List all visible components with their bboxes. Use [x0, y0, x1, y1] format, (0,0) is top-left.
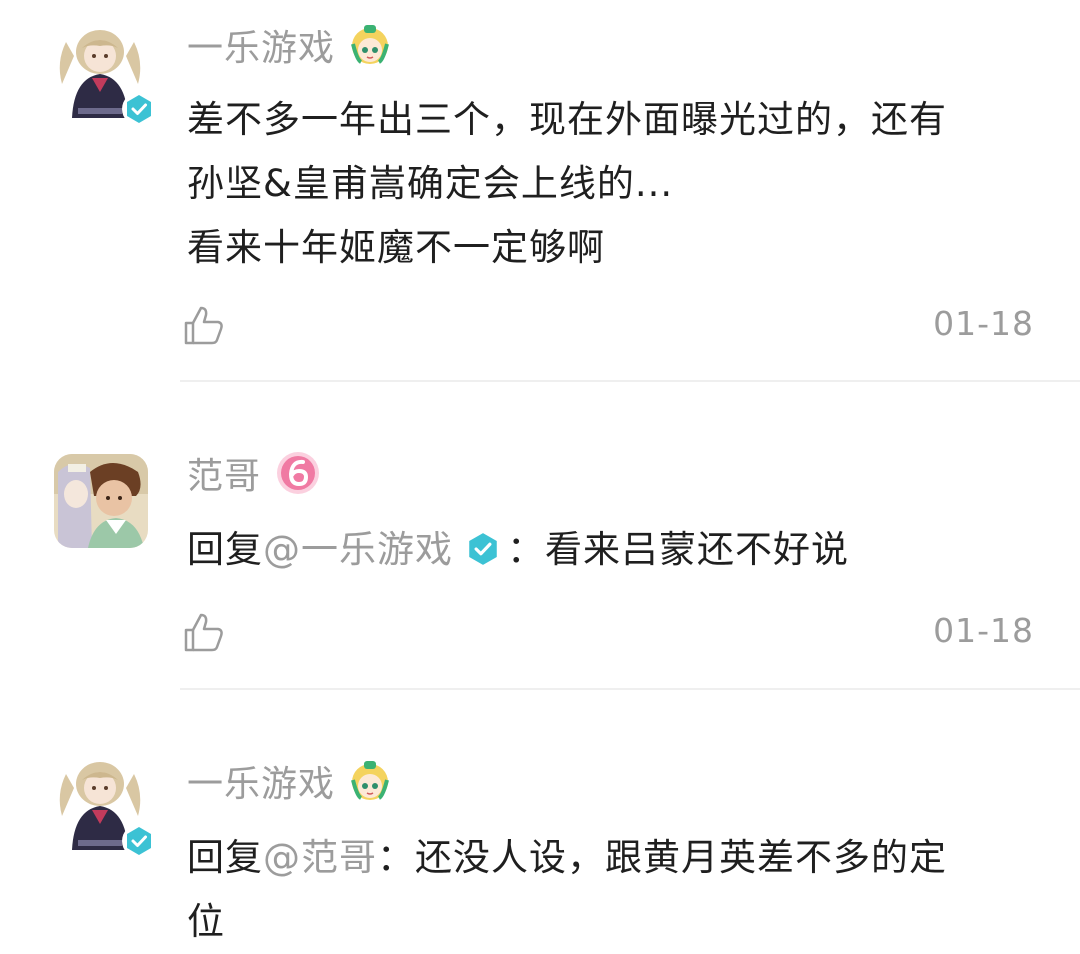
comment-text-line: 孙坚&皇甫嵩确定会上线的...	[187, 162, 674, 205]
verified-icon	[122, 824, 156, 858]
comment-text-line: 回复@一乐游戏 ：看来吕蒙还不好说	[187, 518, 1047, 582]
mention-link[interactable]: @范哥	[263, 836, 377, 879]
mention-link[interactable]: @一乐游戏	[263, 528, 453, 571]
username[interactable]: 范哥	[187, 447, 261, 499]
username[interactable]: 一乐游戏	[187, 19, 335, 71]
comment-text-line: 差不多一年出三个，现在外面曝光过的，还有	[187, 98, 947, 141]
verified-icon	[465, 523, 501, 565]
comment-item: 一乐游戏 回复@范哥：还没人设，跟黄月英差不多的定 位	[0, 690, 1080, 943]
comment-text-line: 位	[187, 900, 225, 943]
username[interactable]: 一乐游戏	[187, 755, 335, 807]
comment-date: 01-18	[933, 611, 1034, 650]
comment-text: 回复@范哥：还没人设，跟黄月英差不多的定 位	[187, 826, 1047, 954]
verified-icon	[122, 92, 156, 126]
username-row: 一乐游戏	[187, 20, 393, 70]
comment-text-line: 看来十年姬魔不一定够啊	[187, 226, 605, 269]
username-row: 一乐游戏	[187, 756, 393, 806]
reply-prefix: 回复	[187, 836, 263, 879]
comment-text: 差不多一年出三个，现在外面曝光过的，还有 孙坚&皇甫嵩确定会上线的... 看来十…	[187, 88, 1047, 280]
cartoon-girl-level-icon	[347, 22, 393, 68]
comment-text-line: 回复@范哥：还没人设，跟黄月英差不多的定	[187, 826, 1047, 890]
avatar[interactable]	[52, 22, 156, 126]
thumbs-up-icon[interactable]	[182, 303, 226, 347]
reply-text: ：看来吕蒙还不好说	[507, 528, 849, 571]
avatar-image	[54, 454, 148, 548]
avatar[interactable]	[52, 754, 156, 858]
thumbs-up-icon[interactable]	[182, 610, 226, 654]
comment-date: 01-18	[933, 304, 1034, 343]
comment-item: 一乐游戏 差不多一年出三个，现在外面曝光过的，还有 孙坚&皇甫嵩确定会上线的..…	[0, 0, 1080, 382]
cartoon-girl-level-icon	[347, 758, 393, 804]
reply-prefix: 回复	[187, 528, 263, 571]
comment-text: 回复@一乐游戏 ：看来吕蒙还不好说	[187, 518, 1047, 582]
avatar[interactable]	[54, 454, 148, 548]
username-row: 范哥	[187, 448, 321, 498]
pink-level-6-icon	[275, 450, 321, 496]
reply-text: ：还没人设，跟黄月英差不多的定	[377, 836, 947, 879]
comment-item: 范哥 回复@一乐游戏 ：看来吕蒙还不好说 01-18	[0, 382, 1080, 690]
